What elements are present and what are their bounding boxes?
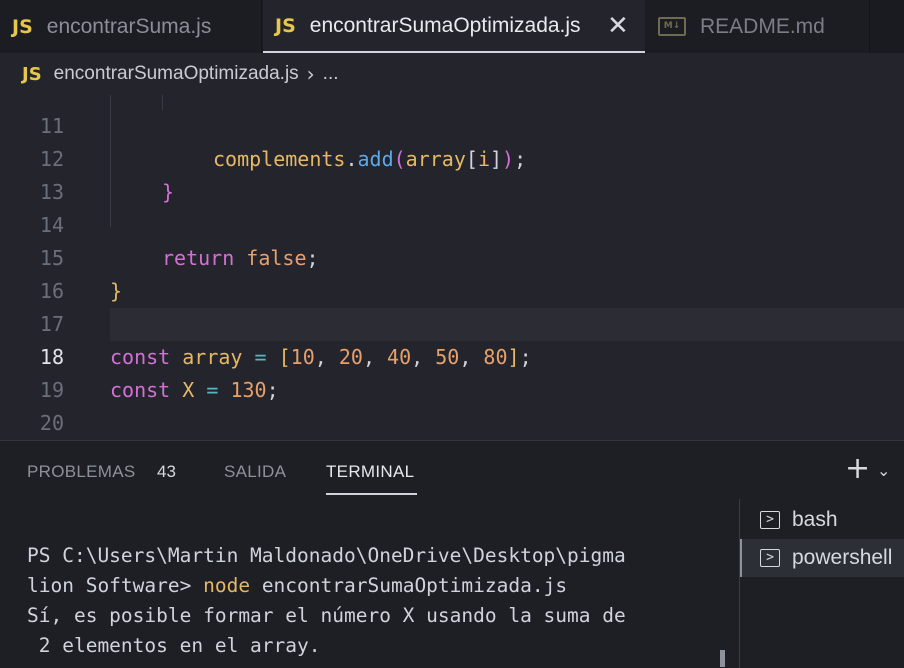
tab-problems[interactable]: PROBLEMAS: [27, 462, 136, 482]
tab-encontrar-suma[interactable]: JS encontrarSuma.js: [0, 0, 262, 53]
terminal-icon: >: [760, 549, 780, 567]
breadcrumb-file[interactable]: encontrarSumaOptimizada.js: [54, 63, 299, 85]
code-line-11: 11 complements.add(array[i]);: [0, 95, 904, 171]
tab-readme[interactable]: M↓ README.md: [646, 0, 870, 53]
terminal-line: 2 elementos en el array.: [27, 634, 321, 657]
tab-label: encontrarSuma.js: [46, 14, 212, 38]
tab-label: README.md: [700, 14, 825, 38]
terminal-item-label: bash: [792, 508, 838, 531]
code-editor[interactable]: 11 complements.add(array[i]); 12 } 13 14…: [0, 95, 904, 440]
javascript-file-icon: JS: [275, 14, 296, 37]
tab-output[interactable]: SALIDA: [224, 462, 286, 482]
terminal-list: > bash > powershell: [739, 499, 904, 668]
terminal-line: Sí, es posible formar el número X usando…: [27, 604, 626, 627]
active-tab-indicator: [326, 493, 417, 495]
javascript-file-icon: JS: [22, 63, 42, 85]
javascript-file-icon: JS: [12, 15, 33, 38]
code-line-15: 15 }: [0, 209, 904, 303]
code-line-19: 19: [0, 341, 904, 402]
scrollbar-thumb[interactable]: [720, 650, 725, 667]
breadcrumb: JS encontrarSumaOptimizada.js › ...: [0, 53, 904, 95]
line-number: 17: [39, 312, 64, 336]
terminal-prompt: lion Software>: [27, 574, 204, 597]
code-line-16: 16: [0, 242, 904, 303]
terminal-item-label: powershell: [792, 546, 893, 569]
panel-tabs: PROBLEMAS 43 SALIDA TERMINAL + ⌄: [0, 441, 904, 499]
code-line-18: 18 const X = 130;: [40, 308, 904, 402]
code-line-17: 17 const array = [10, 20, 40, 50, 80];: [0, 275, 904, 369]
editor-tab-bar: JS encontrarSuma.js JS encontrarSumaOpti…: [0, 0, 904, 53]
code-line-14: 14 return false;: [0, 176, 904, 270]
close-icon[interactable]: ✕: [607, 11, 629, 41]
terminal-output[interactable]: PS C:\Users\Martin Maldonado\OneDrive\De…: [27, 541, 626, 661]
code-line-21: 21 console.log("Sí, es posible formar el…: [0, 407, 904, 440]
chevron-right-icon: ›: [306, 62, 315, 86]
terminal-item-powershell[interactable]: > powershell: [740, 539, 904, 577]
tab-terminal[interactable]: TERMINAL: [326, 462, 414, 482]
code-line-13: 13: [0, 143, 904, 204]
code-line-20: 20 if (encontrarSuma(array, X)) {: [0, 374, 904, 435]
problems-count-badge: 43: [157, 462, 176, 481]
terminal-icon: >: [760, 511, 780, 529]
terminal-command: node: [203, 574, 251, 597]
chevron-down-icon[interactable]: ⌄: [877, 461, 890, 480]
add-terminal-icon[interactable]: +: [845, 454, 870, 484]
tab-encontrar-suma-optimizada[interactable]: JS encontrarSumaOptimizada.js ✕: [263, 0, 645, 53]
tab-label: encontrarSumaOptimizada.js: [309, 13, 581, 37]
markdown-file-icon: M↓: [658, 17, 686, 36]
bottom-panel: PROBLEMAS 43 SALIDA TERMINAL + ⌄ PS C:\U…: [0, 440, 904, 668]
terminal-argument: encontrarSumaOptimizada.js: [250, 574, 568, 597]
breadcrumb-more[interactable]: ...: [323, 63, 339, 85]
terminal-line: PS C:\Users\Martin Maldonado\OneDrive\De…: [27, 544, 626, 567]
code-line-12: 12 }: [0, 110, 904, 204]
terminal-item-bash[interactable]: > bash: [740, 501, 904, 539]
